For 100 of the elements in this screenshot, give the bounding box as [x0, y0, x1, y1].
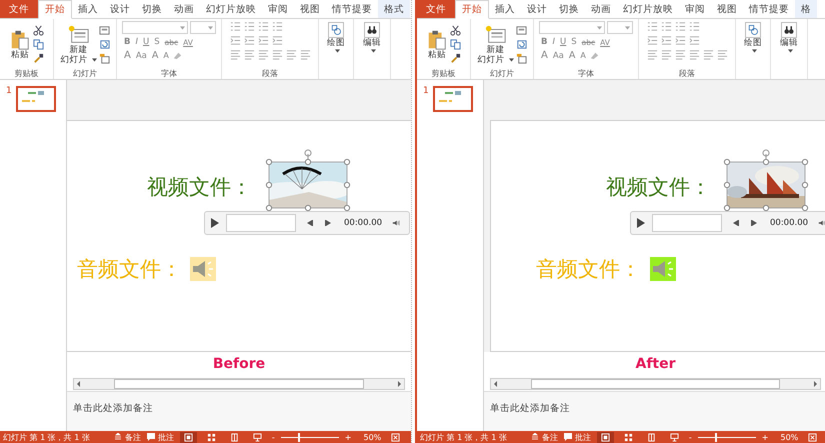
- ribbon-tab[interactable]: 文件: [0, 0, 38, 18]
- align-icon[interactable]: [244, 49, 254, 60]
- paste-button[interactable]: 粘贴: [426, 28, 448, 60]
- align-icon[interactable]: [674, 49, 686, 60]
- new-slide-button[interactable]: 新建 幻灯片: [478, 24, 514, 66]
- align-icon[interactable]: [272, 49, 282, 60]
- font-size-button[interactable]: A: [539, 50, 550, 61]
- font-size-button[interactable]: A: [161, 51, 171, 60]
- reset-icon[interactable]: [98, 39, 110, 50]
- list-icon[interactable]: [258, 21, 268, 32]
- slide-thumbnail[interactable]: [16, 86, 56, 112]
- speaker-icon[interactable]: [190, 257, 216, 281]
- layout-icon[interactable]: [98, 25, 110, 36]
- font-size-button[interactable]: A: [578, 51, 588, 60]
- list-icon[interactable]: [688, 21, 700, 32]
- new-slide-button[interactable]: 新建 幻灯片: [60, 24, 96, 66]
- indent-icon[interactable]: [258, 35, 268, 46]
- indent-icon[interactable]: [244, 35, 254, 46]
- font-name-field[interactable]: [122, 21, 188, 34]
- font-size-button[interactable]: Aa: [550, 50, 566, 60]
- ribbon-tab[interactable]: 格式: [378, 0, 410, 18]
- font-size-button[interactable]: A: [122, 50, 133, 61]
- zoom-out-button[interactable]: -: [272, 432, 275, 442]
- indent-icon[interactable]: [230, 35, 240, 46]
- align-icon[interactable]: [230, 49, 240, 60]
- ribbon-tab[interactable]: 开始: [455, 0, 489, 19]
- align-icon[interactable]: [716, 49, 728, 60]
- align-icon[interactable]: [660, 49, 672, 60]
- slide-thumbnail[interactable]: [432, 86, 473, 112]
- drawing-button[interactable]: 绘图: [744, 21, 762, 53]
- comments-button[interactable]: 批注: [146, 432, 174, 442]
- drawing-button[interactable]: 绘图: [327, 21, 345, 53]
- font-name-field[interactable]: [539, 21, 605, 34]
- list-icon[interactable]: [230, 21, 240, 32]
- cut-icon[interactable]: [450, 25, 461, 36]
- font-format-button[interactable]: I: [550, 37, 557, 47]
- selection-handles[interactable]: [265, 149, 351, 213]
- scroll-left-icon[interactable]: [493, 381, 499, 387]
- notes-placeholder[interactable]: 单击此处添加备注: [490, 403, 570, 414]
- selection-handles[interactable]: [723, 149, 809, 213]
- font-size-button[interactable]: A: [566, 50, 578, 61]
- font-size-field[interactable]: [190, 21, 216, 34]
- indent-icon[interactable]: [660, 35, 672, 46]
- list-icon[interactable]: [674, 21, 686, 32]
- font-format-button[interactable]: U: [558, 37, 568, 47]
- volume-icon[interactable]: [818, 219, 825, 227]
- indent-icon[interactable]: [646, 35, 658, 46]
- copy-icon[interactable]: [450, 39, 461, 50]
- font-size-field[interactable]: [607, 21, 633, 34]
- horizontal-scrollbar[interactable]: [490, 378, 821, 390]
- font-format-button[interactable]: I: [133, 37, 140, 47]
- timeline-field[interactable]: [226, 214, 296, 232]
- timeline-field[interactable]: [652, 214, 722, 232]
- indent-icon[interactable]: [674, 35, 686, 46]
- format-painter-icon[interactable]: [33, 53, 44, 64]
- font-format-button[interactable]: B: [539, 37, 550, 47]
- zoom-in-button[interactable]: +: [344, 432, 352, 442]
- zoom-in-button[interactable]: +: [762, 432, 768, 442]
- indent-icon[interactable]: [688, 35, 700, 46]
- ribbon-tab[interactable]: 开始: [38, 0, 72, 19]
- layout-icon[interactable]: [516, 25, 526, 36]
- font-size-button[interactable]: A: [150, 50, 160, 61]
- font-size-button[interactable]: Aa: [134, 50, 149, 60]
- section-icon[interactable]: [98, 53, 110, 64]
- align-icon[interactable]: [646, 49, 658, 60]
- list-icon[interactable]: [646, 21, 658, 32]
- speaker-icon[interactable]: [650, 257, 676, 281]
- align-icon[interactable]: [688, 49, 700, 60]
- play-icon[interactable]: [636, 217, 646, 229]
- editing-button[interactable]: 编辑: [363, 21, 381, 53]
- format-painter-icon[interactable]: [450, 53, 461, 64]
- font-format-button[interactable]: S: [152, 37, 162, 47]
- step-forward-icon[interactable]: [750, 219, 758, 227]
- notes-button[interactable]: 备注: [114, 432, 141, 442]
- play-icon[interactable]: [210, 217, 220, 229]
- font-format-button[interactable]: B: [122, 37, 132, 47]
- indent-icon[interactable]: [272, 35, 282, 46]
- list-icon[interactable]: [272, 21, 282, 32]
- normal-view-icon[interactable]: [596, 432, 614, 442]
- editing-button[interactable]: 编辑: [780, 21, 798, 53]
- font-format-button[interactable]: S: [569, 37, 579, 47]
- notes-button[interactable]: 备注: [530, 432, 558, 442]
- horizontal-scrollbar[interactable]: [73, 378, 405, 390]
- comments-button[interactable]: 批注: [564, 432, 591, 442]
- step-back-icon[interactable]: [732, 219, 740, 227]
- scroll-left-icon[interactable]: [76, 381, 82, 387]
- notes-placeholder[interactable]: 单击此处添加备注: [73, 403, 153, 414]
- list-icon[interactable]: [660, 21, 672, 32]
- reset-icon[interactable]: [516, 39, 526, 50]
- scroll-right-icon[interactable]: [812, 381, 818, 387]
- zoom-out-button[interactable]: -: [688, 432, 692, 442]
- section-icon[interactable]: [516, 53, 526, 64]
- normal-view-icon[interactable]: [180, 432, 197, 442]
- font-format-button[interactable]: U: [141, 37, 152, 47]
- step-back-icon[interactable]: [306, 219, 314, 227]
- step-forward-icon[interactable]: [324, 219, 332, 227]
- paste-button[interactable]: 粘贴: [9, 28, 31, 60]
- align-icon[interactable]: [258, 49, 268, 60]
- align-icon[interactable]: [300, 49, 310, 60]
- list-icon[interactable]: [244, 21, 254, 32]
